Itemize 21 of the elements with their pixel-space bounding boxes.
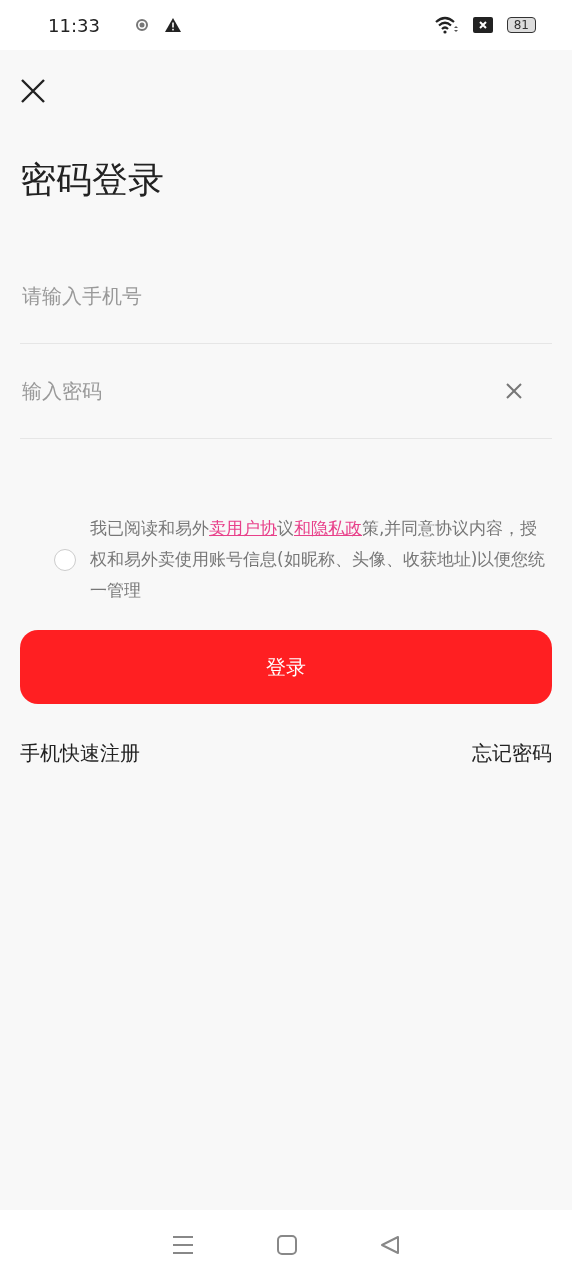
back-icon[interactable] bbox=[380, 1235, 401, 1255]
page-title: 密码登录 bbox=[20, 158, 165, 202]
wifi-icon bbox=[434, 16, 459, 34]
home-icon[interactable] bbox=[277, 1235, 297, 1255]
agreement-link[interactable]: 和隐私政 bbox=[294, 518, 362, 538]
close-button[interactable] bbox=[20, 78, 46, 104]
agreement-checkbox[interactable] bbox=[54, 548, 76, 571]
clear-icon[interactable] bbox=[506, 383, 522, 399]
register-link[interactable]: 手机快速注册 bbox=[20, 740, 140, 767]
battery-icon: 81 bbox=[506, 17, 536, 33]
menu-icon[interactable] bbox=[171, 1235, 194, 1255]
agreement-link[interactable]: 卖用户协 bbox=[209, 518, 277, 538]
agreement-text: 我已阅读和易外卖用户协议和隐私政策,并同意协议内容，授权和易外卖使用账号信息(如昵称、头像、收获地址)以便您统一管理 bbox=[90, 517, 547, 602]
phone-field[interactable]: 请输入手机号 bbox=[20, 283, 552, 309]
status-time: 11:33 bbox=[48, 14, 100, 36]
location-icon bbox=[133, 17, 150, 33]
sim-icon bbox=[472, 17, 493, 33]
forgot-password-link[interactable]: 忘记密码 bbox=[472, 740, 552, 767]
login-button[interactable]: 登录 bbox=[20, 630, 552, 704]
warning-icon bbox=[163, 17, 182, 33]
password-field[interactable]: 输入密码 bbox=[20, 378, 506, 404]
